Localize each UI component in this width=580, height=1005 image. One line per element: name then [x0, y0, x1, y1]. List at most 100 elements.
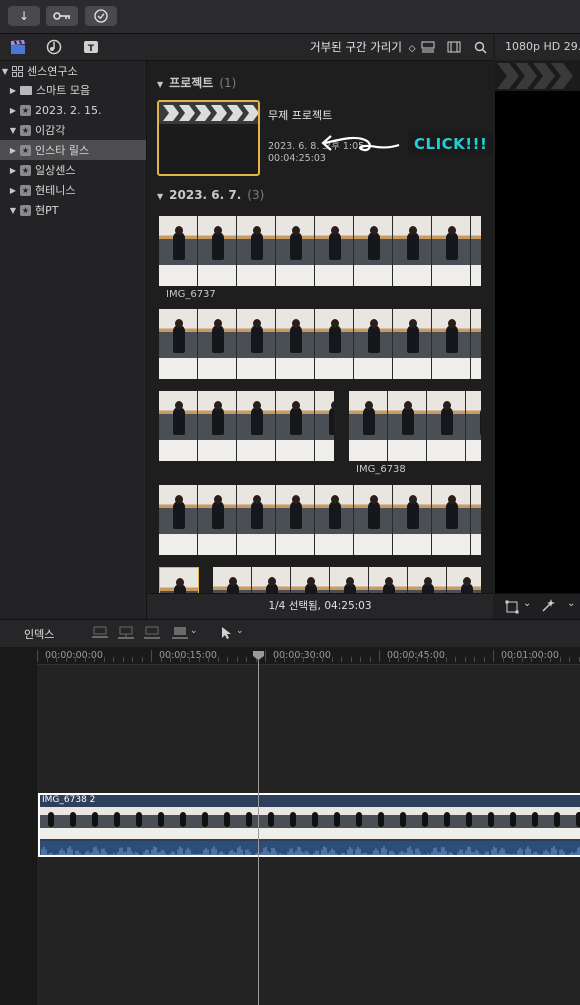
clip-frame	[198, 309, 236, 379]
sidebar-item-label: 현PT	[35, 204, 59, 217]
sidebar-item-event[interactable]: ▶ ★ 현테니스	[0, 180, 146, 200]
ruler-tick	[312, 657, 314, 662]
photos-audio-tab[interactable]	[45, 38, 63, 56]
libraries-tab[interactable]	[9, 38, 27, 56]
browser-pane: ▼ 프로젝트 (1) 무제 프로젝트 2023. 6. 8. 오후 1:05 00:…	[147, 61, 493, 593]
disclosure-closed-icon[interactable]: ▶	[8, 106, 18, 115]
disclosure-closed-icon[interactable]: ▶	[8, 146, 18, 155]
ruler-tick	[284, 657, 285, 662]
filter-label: 거부된 구간 가리기	[310, 40, 402, 54]
clip-frame	[466, 391, 481, 461]
keyword-button[interactable]	[46, 6, 78, 26]
disclosure-open-icon[interactable]: ▼	[8, 126, 18, 135]
project-section-header[interactable]: ▼ 프로젝트 (1)	[157, 74, 236, 91]
select-arrow-icon[interactable]	[221, 626, 233, 640]
timeline-ruler[interactable]: 00:00:00:00 00:00:15:00 00:00:30:00 00:0…	[37, 647, 580, 665]
ruler-tick	[550, 657, 551, 662]
click-annotation: CLICK!!!	[408, 132, 493, 155]
chevron-updown-icon: ◇	[408, 44, 416, 54]
disclosure-closed-icon[interactable]: ▶	[8, 186, 18, 195]
transform-icon[interactable]	[505, 600, 519, 614]
ruler-tick	[217, 657, 219, 662]
sidebar-item-label: 센스연구소	[27, 65, 78, 78]
date-section-header[interactable]: ▼ 2023. 6. 7. (3)	[157, 188, 264, 202]
search-button[interactable]	[471, 38, 489, 56]
ruler-tick	[426, 657, 428, 662]
insert-clip-icon[interactable]	[118, 626, 134, 640]
connect-clip-icon[interactable]	[92, 626, 108, 640]
sidebar-item-library[interactable]: ▼ 센스연구소	[0, 61, 146, 81]
project-thumbnail[interactable]	[157, 100, 260, 176]
sidebar-item-smart-collections[interactable]: ▶ 스마트 모음	[0, 80, 146, 100]
clip-frame	[392, 807, 414, 839]
clip-filmstrip-selected[interactable]	[159, 567, 199, 593]
sidebar-item-label: 인스타 릴스	[35, 144, 90, 157]
disclosure-open-icon[interactable]: ▼	[157, 80, 163, 89]
ruler-tick	[246, 657, 247, 662]
disclosure-closed-icon[interactable]: ▶	[8, 166, 18, 175]
disclosure-open-icon[interactable]: ▼	[0, 67, 10, 76]
append-clip-icon[interactable]	[144, 626, 160, 640]
index-button[interactable]: 인덱스	[24, 626, 54, 642]
timeline-clip[interactable]: IMG_6738 2	[38, 793, 580, 857]
clip-filmstrip[interactable]	[213, 567, 481, 593]
titles-generators-tab[interactable]: T	[82, 38, 100, 56]
sidebar-item-event[interactable]: ▶ ★ 일상센스	[0, 160, 146, 180]
selection-status: 1/4 선택됨, 04:25:03	[268, 600, 372, 612]
clip-label: IMG_6738	[356, 464, 406, 475]
checkmark-circle-icon	[94, 9, 108, 23]
clip-frame	[172, 807, 194, 839]
chevron-down-icon[interactable]: ⌄	[567, 598, 575, 609]
import-arrow-icon: ↓	[18, 9, 30, 23]
sidebar-item-event-selected[interactable]: ▶ ★ 인스타 릴스	[0, 140, 146, 160]
import-button[interactable]: ↓	[8, 6, 40, 26]
clip-frame	[568, 807, 580, 839]
disclosure-open-icon[interactable]: ▼	[157, 192, 163, 201]
background-tasks-button[interactable]	[85, 6, 117, 26]
sidebar-item-event[interactable]: ▼ ★ 이감각	[0, 120, 146, 140]
clip-frame	[62, 807, 84, 839]
clip-filmstrip[interactable]	[159, 391, 334, 461]
clip-filmstrip[interactable]	[349, 391, 481, 461]
music-photo-icon	[46, 39, 62, 55]
section-title: 2023. 6. 7.	[169, 188, 242, 202]
magic-wand-icon[interactable]	[541, 599, 555, 613]
sidebar-item-event[interactable]: ▶ ★ 2023. 2. 15.	[0, 100, 146, 120]
event-star-icon: ★	[20, 144, 31, 156]
clip-filmstrip[interactable]	[159, 216, 481, 286]
ruler-tick	[578, 657, 580, 662]
playhead[interactable]	[253, 651, 264, 1005]
clip-appearance-button[interactable]	[419, 38, 437, 56]
viewer[interactable]	[495, 61, 580, 593]
clip-frame	[291, 567, 329, 593]
ruler-tick	[103, 657, 105, 662]
disclosure-open-icon[interactable]: ▼	[8, 206, 18, 215]
filter-popup[interactable]: 거부된 구간 가리기 ◇	[310, 39, 416, 55]
clip-filmstrip[interactable]	[159, 485, 481, 555]
ruler-tick	[56, 657, 57, 662]
folder-icon	[20, 85, 32, 95]
clip-filmstrip[interactable]	[159, 309, 481, 379]
sidebar-item-label: 이감각	[35, 124, 66, 137]
clip-frame	[436, 807, 458, 839]
library-icon	[12, 65, 23, 77]
overwrite-clip-icon[interactable]	[172, 626, 188, 640]
clip-frame	[40, 807, 62, 839]
ruler-tick	[540, 657, 542, 662]
chevron-down-icon[interactable]: ⌄	[523, 598, 531, 609]
ruler-tick	[122, 657, 124, 662]
ruler-tick	[94, 657, 95, 662]
chevron-down-icon[interactable]: ⌄	[236, 626, 244, 636]
sidebar-item-event[interactable]: ▼ ★ 현PT	[0, 200, 146, 220]
library-sidebar: ▼ 센스연구소 ▶ 스마트 모음 ▶ ★ 2023. 2. 15. ▼ ★ 이감…	[0, 61, 147, 619]
ruler-tick	[293, 657, 295, 662]
event-star-icon: ★	[20, 104, 31, 116]
chevron-down-icon[interactable]: ⌄	[190, 626, 198, 636]
clip-frame	[354, 216, 392, 286]
clip-frame	[524, 807, 546, 839]
clip-frame	[546, 807, 568, 839]
section-count: (3)	[247, 188, 265, 202]
filmstrip-view-button[interactable]	[445, 38, 463, 56]
disclosure-closed-icon[interactable]: ▶	[8, 86, 18, 95]
ruler-tick	[464, 657, 466, 662]
